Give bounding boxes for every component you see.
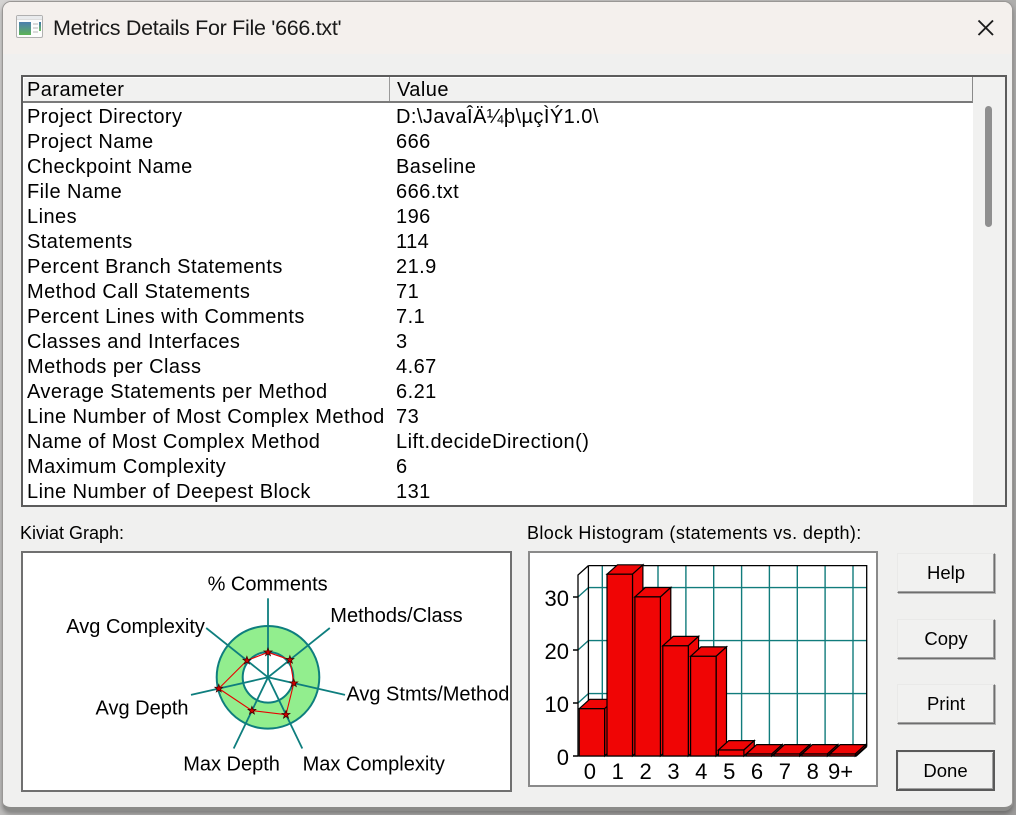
svg-text:3: 3: [667, 759, 679, 784]
svg-text:Avg Depth: Avg Depth: [96, 698, 189, 720]
svg-text:Methods/Class: Methods/Class: [330, 605, 462, 627]
svg-text:20: 20: [545, 639, 569, 664]
svg-text:10: 10: [545, 692, 569, 717]
svg-text:30: 30: [545, 586, 569, 611]
svg-text:Avg Complexity: Avg Complexity: [66, 616, 205, 638]
svg-text:6: 6: [751, 759, 763, 784]
svg-text:2: 2: [639, 759, 651, 784]
svg-text:8: 8: [807, 759, 819, 784]
svg-text:Avg Stmts/Method: Avg Stmts/Method: [346, 684, 509, 706]
svg-text:% Comments: % Comments: [208, 573, 328, 595]
svg-text:5: 5: [723, 759, 735, 784]
svg-text:9+: 9+: [828, 759, 853, 784]
svg-text:0: 0: [584, 759, 596, 784]
svg-text:Max Complexity: Max Complexity: [303, 754, 445, 776]
svg-text:7: 7: [779, 759, 791, 784]
svg-text:1: 1: [612, 759, 624, 784]
svg-text:0: 0: [557, 745, 569, 770]
svg-text:Max Depth: Max Depth: [183, 754, 280, 776]
svg-text:4: 4: [695, 759, 707, 784]
